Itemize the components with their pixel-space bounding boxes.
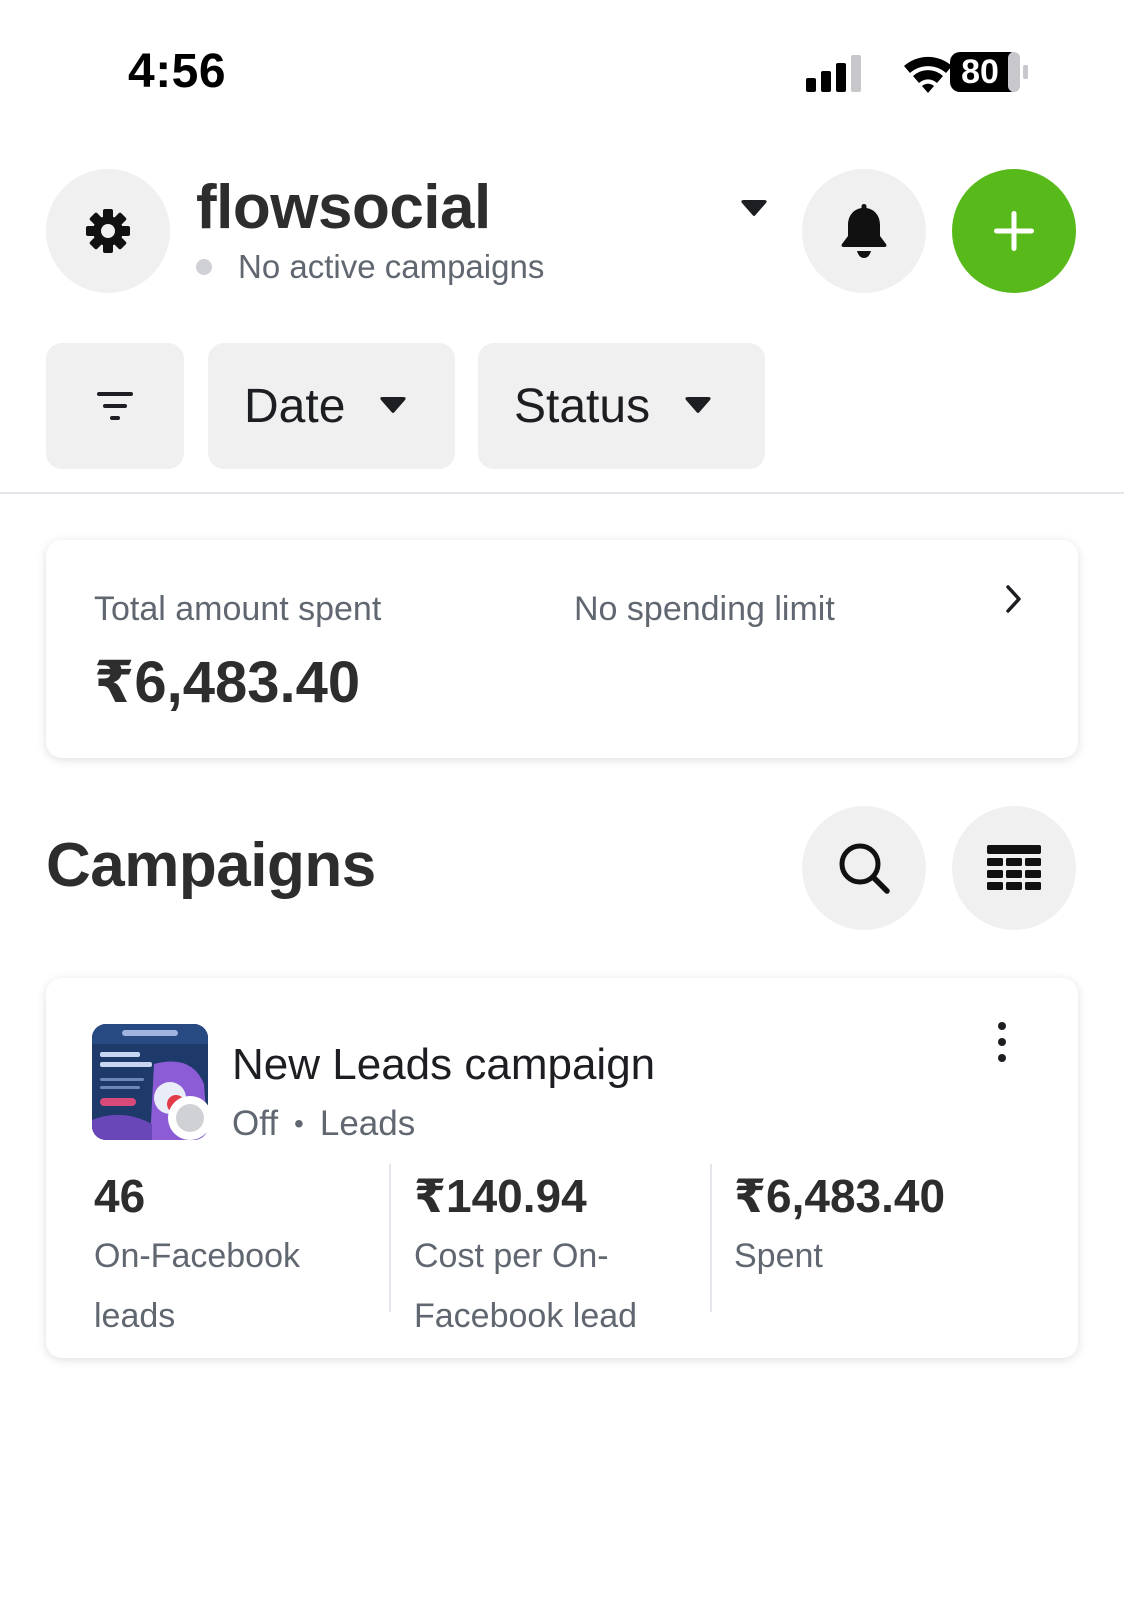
spending-limit-label: No spending limit	[574, 590, 835, 628]
settings-button[interactable]	[46, 169, 170, 293]
total-spent-label: Total amount spent	[94, 590, 382, 628]
account-status: No active campaigns	[196, 248, 544, 286]
campaign-objective: Leads	[319, 1104, 416, 1143]
metric-cost-per-lead: ₹140.94 Cost per On-Facebook lead	[414, 1168, 694, 1346]
metric-value: 46	[94, 1170, 146, 1222]
table-icon	[987, 845, 1041, 890]
metric-label: On-Facebook leads	[94, 1237, 300, 1335]
total-spent-value: ₹6,483.40	[94, 650, 361, 715]
caret-down-icon	[685, 397, 711, 413]
status-bar-time: 4:56	[128, 45, 227, 98]
date-filter-dropdown[interactable]: Date	[208, 343, 455, 469]
more-vertical-icon	[998, 1022, 1006, 1062]
status-dot	[196, 259, 212, 275]
chevron-right-icon	[1006, 585, 1021, 613]
filter-icon	[97, 392, 133, 420]
campaign-meta: Off • Leads	[232, 1104, 415, 1144]
account-switcher-caret[interactable]	[740, 200, 768, 223]
metric-divider	[389, 1164, 391, 1312]
metric-spent: ₹6,483.40 Spent	[734, 1168, 1034, 1286]
status-bar-icons: 80	[800, 50, 1040, 98]
header-divider	[0, 492, 1124, 494]
metric-label: Cost per On-Facebook lead	[414, 1237, 638, 1335]
metric-leads: 46 On-Facebook leads	[94, 1168, 374, 1346]
gear-icon	[86, 209, 130, 253]
campaign-status-indicator	[168, 1096, 212, 1140]
metric-value: ₹6,483.40	[734, 1170, 946, 1222]
caret-down-icon	[741, 200, 767, 216]
filter-button[interactable]	[46, 343, 184, 469]
search-icon	[839, 843, 890, 894]
wifi-icon	[904, 56, 952, 93]
status-filter-dropdown[interactable]: Status	[478, 343, 765, 469]
signal-icon	[806, 55, 861, 92]
status-filter-label: Status	[514, 379, 651, 433]
notifications-button[interactable]	[802, 169, 926, 293]
campaigns-title: Campaigns	[46, 831, 376, 900]
date-filter-label: Date	[244, 379, 346, 433]
metric-divider	[710, 1164, 712, 1312]
more-options-button[interactable]	[990, 1020, 1014, 1064]
metric-value: ₹140.94	[414, 1170, 587, 1222]
bell-icon	[841, 204, 887, 258]
account-name[interactable]: flowsocial	[196, 172, 491, 243]
summary-chevron[interactable]	[1004, 584, 1024, 619]
metric-label: Spent	[734, 1237, 823, 1275]
separator-dot: •	[294, 1108, 304, 1139]
table-view-button[interactable]	[952, 806, 1076, 930]
campaign-name[interactable]: New Leads campaign	[232, 1040, 655, 1090]
plus-icon	[994, 211, 1034, 251]
create-button[interactable]	[952, 169, 1076, 293]
account-status-text: No active campaigns	[238, 248, 545, 285]
search-button[interactable]	[802, 806, 926, 930]
campaign-status: Off	[232, 1104, 279, 1143]
battery-level: 80	[961, 53, 999, 91]
caret-down-icon	[380, 397, 407, 413]
